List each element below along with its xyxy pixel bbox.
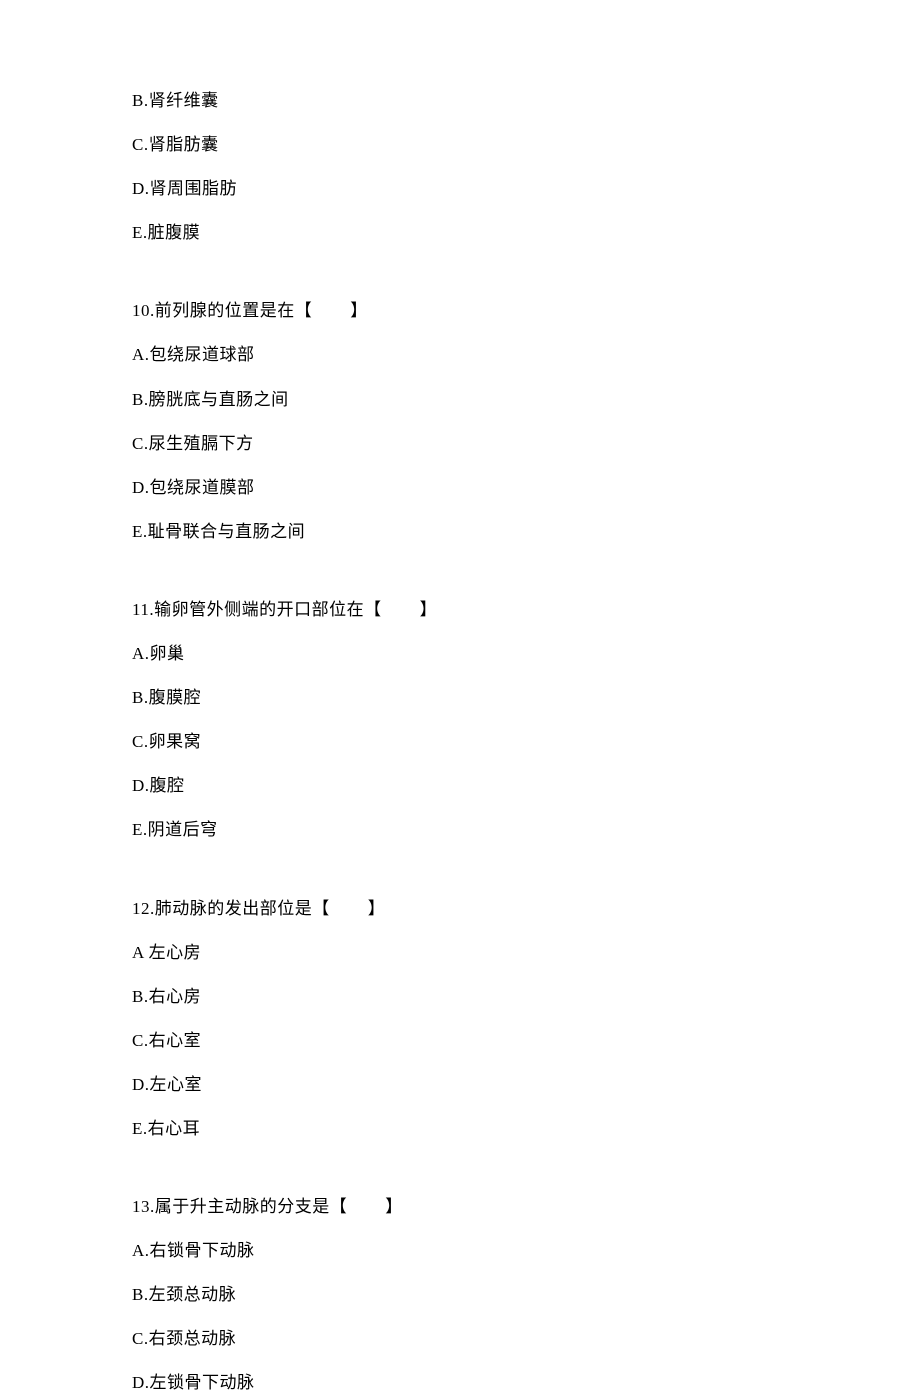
question-11: 11.输卵管外侧端的开口部位在【】 A.卵巢 B.腹膜腔 C.卵果窝 D.腹腔 … <box>132 599 920 842</box>
option-a: A.包绕尿道球部 <box>132 344 920 366</box>
bracket-open: 【 <box>364 599 382 621</box>
option-d: D.腹腔 <box>132 775 920 797</box>
option-c: C.右颈总动脉 <box>132 1328 920 1350</box>
bracket-open: 【 <box>312 898 330 920</box>
question-stem: 10.前列腺的位置是在【 】 <box>132 300 920 322</box>
option-a: A.右锁骨下动脉 <box>132 1240 920 1262</box>
option-a: A 左心房 <box>132 942 920 964</box>
stem-text: 11.输卵管外侧端的开口部位在 <box>132 600 364 619</box>
option-e: E.脏腹膜 <box>132 222 920 244</box>
bracket-close: 】 <box>368 898 386 920</box>
bracket-open: 【 <box>295 300 313 322</box>
option-b: B.肾纤维囊 <box>132 90 920 112</box>
stem-text: 12.肺动脉的发出部位是 <box>132 899 312 918</box>
option-b: B.左颈总动脉 <box>132 1284 920 1306</box>
option-b: B.膀胱底与直肠之间 <box>132 389 920 411</box>
option-d: D.左锁骨下动脉 <box>132 1372 920 1394</box>
orphan-options-block: B.肾纤维囊 C.肾脂肪囊 D.肾周围脂肪 E.脏腹膜 <box>132 90 920 244</box>
option-d: D.包绕尿道膜部 <box>132 477 920 499</box>
bracket-close: 】 <box>385 1196 403 1218</box>
option-c: C.尿生殖膈下方 <box>132 433 920 455</box>
stem-text: 10.前列腺的位置是在 <box>132 301 295 320</box>
question-stem: 11.输卵管外侧端的开口部位在【 】 <box>132 599 920 621</box>
option-e: E.右心耳 <box>132 1118 920 1140</box>
bracket-open: 【 <box>330 1196 348 1218</box>
bracket-close: 】 <box>350 300 368 322</box>
option-a: A.卵巢 <box>132 643 920 665</box>
option-b: B.右心房 <box>132 986 920 1008</box>
question-stem: 13.属于升主动脉的分支是【 】 <box>132 1196 920 1218</box>
question-stem: 12.肺动脉的发出部位是【 】 <box>132 898 920 920</box>
option-e: E.阴道后穹 <box>132 819 920 841</box>
option-e: E.耻骨联合与直肠之间 <box>132 521 920 543</box>
option-d: D.肾周围脂肪 <box>132 178 920 200</box>
question-12: 12.肺动脉的发出部位是【 】 A 左心房 B.右心房 C.右心室 D.左心室 E… <box>132 898 920 1141</box>
option-c: C.右心室 <box>132 1030 920 1052</box>
question-13: 13.属于升主动脉的分支是【 】 A.右锁骨下动脉 B.左颈总动脉 C.右颈总动脉… <box>132 1196 920 1394</box>
bracket-close: 】 <box>420 599 438 621</box>
stem-text: 13.属于升主动脉的分支是 <box>132 1197 330 1216</box>
option-c: C.肾脂肪囊 <box>132 134 920 156</box>
question-10: 10.前列腺的位置是在【 】 A.包绕尿道球部 B.膀胱底与直肠之间 C.尿生殖膈… <box>132 300 920 543</box>
option-d: D.左心室 <box>132 1074 920 1096</box>
option-c: C.卵果窝 <box>132 731 920 753</box>
option-b: B.腹膜腔 <box>132 687 920 709</box>
